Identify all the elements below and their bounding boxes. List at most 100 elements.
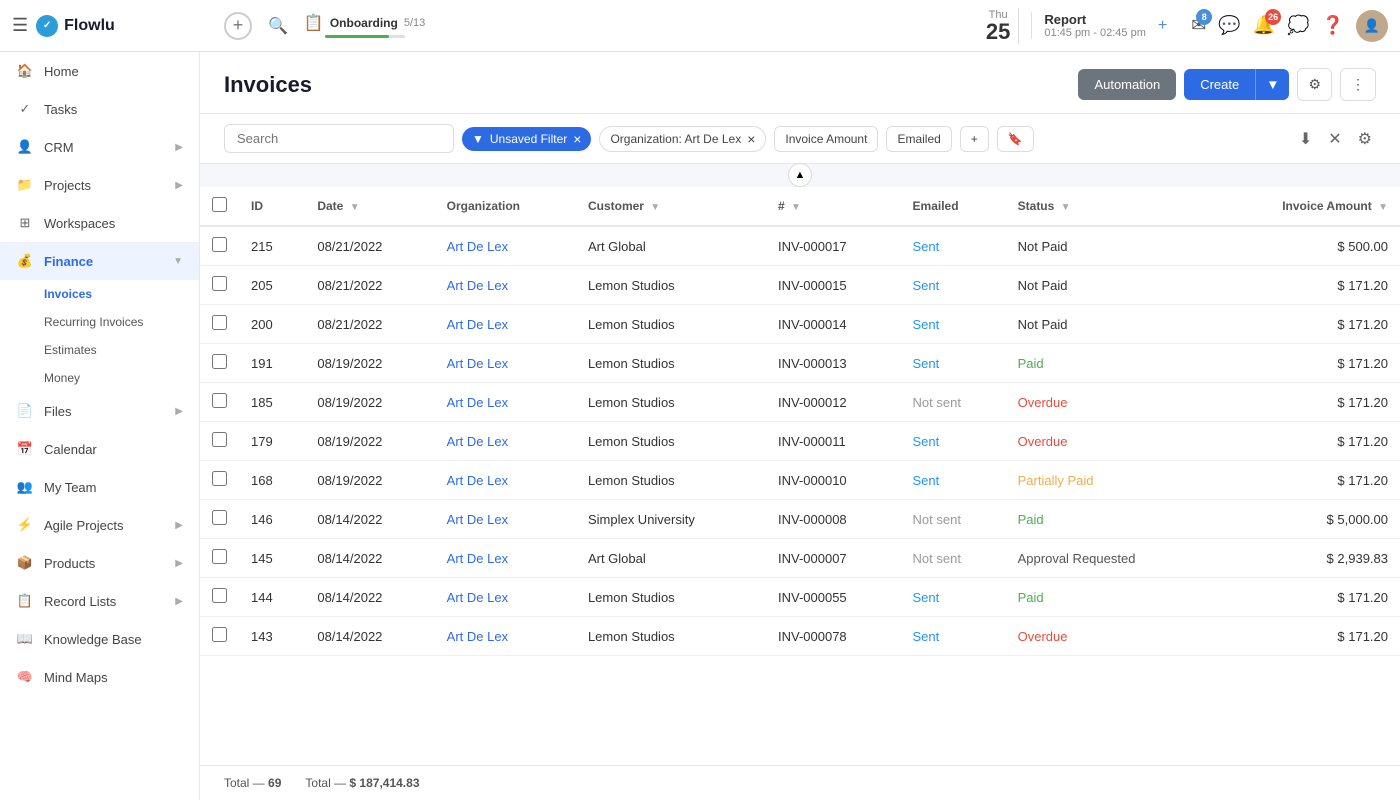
cell-emailed[interactable]: Sent [901, 578, 1006, 617]
col-amount[interactable]: Invoice Amount ▼ [1212, 187, 1400, 226]
message-icon[interactable]: 💭 [1287, 15, 1309, 36]
cell-org[interactable]: Art De Lex [435, 422, 576, 461]
collapse-button[interactable]: ✕ [1324, 125, 1345, 153]
create-button[interactable]: Create [1184, 69, 1255, 100]
select-all-header[interactable] [200, 187, 239, 226]
col-customer[interactable]: Customer ▼ [576, 187, 766, 226]
row-checkbox-cell[interactable] [200, 344, 239, 383]
emailed-filter-button[interactable]: Emailed [886, 126, 951, 152]
col-date[interactable]: Date ▼ [305, 187, 434, 226]
row-checkbox-5[interactable] [212, 432, 227, 447]
global-search-icon[interactable]: 🔍 [268, 16, 288, 36]
table-settings-button[interactable]: ⚙ [1354, 125, 1376, 153]
sidebar-item-finance[interactable]: 💰 Finance ▼ [0, 242, 199, 280]
hamburger-icon[interactable]: ☰ [12, 15, 28, 36]
sidebar-item-home[interactable]: 🏠 Home [0, 52, 199, 90]
automation-button[interactable]: Automation [1078, 69, 1176, 100]
row-checkbox-cell[interactable] [200, 226, 239, 266]
cell-emailed[interactable]: Sent [901, 226, 1006, 266]
cell-emailed[interactable]: Sent [901, 461, 1006, 500]
row-checkbox-cell[interactable] [200, 539, 239, 578]
row-checkbox-7[interactable] [212, 510, 227, 525]
amount-filter-button[interactable]: Invoice Amount [774, 126, 878, 152]
col-id[interactable]: ID [239, 187, 305, 226]
cell-emailed[interactable]: Sent [901, 344, 1006, 383]
more-options-button[interactable]: ⋮ [1340, 68, 1376, 101]
row-checkbox-cell[interactable] [200, 500, 239, 539]
cell-emailed[interactable]: Sent [901, 617, 1006, 656]
bookmark-filter-button[interactable]: 🔖 [997, 126, 1034, 152]
user-avatar[interactable]: 👤 [1356, 10, 1388, 42]
row-checkbox-3[interactable] [212, 354, 227, 369]
row-checkbox-cell[interactable] [200, 266, 239, 305]
select-all-checkbox[interactable] [212, 197, 227, 212]
cell-org[interactable]: Art De Lex [435, 226, 576, 266]
col-num[interactable]: # ▼ [766, 187, 901, 226]
org-filter-close[interactable]: × [747, 132, 755, 146]
cell-org[interactable]: Art De Lex [435, 539, 576, 578]
col-emailed[interactable]: Emailed [901, 187, 1006, 226]
cell-org[interactable]: Art De Lex [435, 461, 576, 500]
submenu-invoices[interactable]: Invoices [44, 280, 199, 308]
add-filter-button[interactable]: + [960, 126, 989, 152]
row-checkbox-9[interactable] [212, 588, 227, 603]
add-button[interactable]: + [224, 12, 252, 40]
submenu-recurring[interactable]: Recurring Invoices [44, 308, 199, 336]
scroll-up-button[interactable]: ▲ [788, 163, 812, 187]
cell-org[interactable]: Art De Lex [435, 383, 576, 422]
cell-emailed[interactable]: Sent [901, 305, 1006, 344]
cell-org[interactable]: Art De Lex [435, 617, 576, 656]
cell-org[interactable]: Art De Lex [435, 578, 576, 617]
row-checkbox-8[interactable] [212, 549, 227, 564]
cell-org[interactable]: Art De Lex [435, 305, 576, 344]
row-checkbox-cell[interactable] [200, 578, 239, 617]
cell-emailed[interactable]: Sent [901, 422, 1006, 461]
unsaved-filter-close[interactable]: × [573, 132, 581, 146]
help-icon[interactable]: ❓ [1322, 15, 1344, 36]
cell-date: 08/14/2022 [305, 500, 434, 539]
sidebar-item-tasks[interactable]: ✓ Tasks [0, 90, 199, 128]
onboarding-block[interactable]: 📋 Onboarding 5/13 [304, 13, 425, 38]
mail-icon[interactable]: ✉ 8 [1191, 15, 1206, 36]
org-filter-chip[interactable]: Organization: Art De Lex × [599, 126, 766, 152]
sidebar-item-calendar[interactable]: 📅 Calendar [0, 430, 199, 468]
cell-org[interactable]: Art De Lex [435, 266, 576, 305]
sidebar-item-projects[interactable]: 📁 Projects ▶ [0, 166, 199, 204]
search-input[interactable] [224, 124, 454, 153]
sidebar-item-myteam[interactable]: 👥 My Team [0, 468, 199, 506]
row-checkbox-cell[interactable] [200, 617, 239, 656]
cell-org[interactable]: Art De Lex [435, 500, 576, 539]
row-checkbox-cell[interactable] [200, 422, 239, 461]
sidebar-item-workspaces[interactable]: ⊞ Workspaces [0, 204, 199, 242]
submenu-money[interactable]: Money [44, 364, 199, 392]
col-org[interactable]: Organization [435, 187, 576, 226]
report-add-button[interactable]: + [1158, 17, 1167, 35]
cell-org[interactable]: Art De Lex [435, 344, 576, 383]
row-checkbox-10[interactable] [212, 627, 227, 642]
download-button[interactable]: ⬇ [1295, 125, 1316, 153]
row-checkbox-0[interactable] [212, 237, 227, 252]
sidebar-item-agile[interactable]: ⚡ Agile Projects ▶ [0, 506, 199, 544]
col-status[interactable]: Status ▼ [1006, 187, 1212, 226]
chat-icon[interactable]: 💬 [1218, 15, 1240, 36]
row-checkbox-4[interactable] [212, 393, 227, 408]
settings-button[interactable]: ⚙ [1297, 68, 1332, 101]
row-checkbox-cell[interactable] [200, 305, 239, 344]
submenu-estimates[interactable]: Estimates [44, 336, 199, 364]
sidebar-item-files[interactable]: 📄 Files ▶ [0, 392, 199, 430]
row-checkbox-6[interactable] [212, 471, 227, 486]
notification-icon[interactable]: 🔔 26 [1253, 15, 1275, 36]
row-checkbox-cell[interactable] [200, 461, 239, 500]
row-checkbox-cell[interactable] [200, 383, 239, 422]
table-row: 215 08/21/2022 Art De Lex Art Global INV… [200, 226, 1400, 266]
unsaved-filter-chip[interactable]: ▼ Unsaved Filter × [462, 127, 591, 151]
sidebar-item-mindmaps[interactable]: 🧠 Mind Maps [0, 658, 199, 696]
sidebar-item-products[interactable]: 📦 Products ▶ [0, 544, 199, 582]
sidebar-item-knowledgebase[interactable]: 📖 Knowledge Base [0, 620, 199, 658]
create-dropdown-button[interactable]: ▼ [1255, 69, 1289, 100]
cell-emailed[interactable]: Sent [901, 266, 1006, 305]
row-checkbox-1[interactable] [212, 276, 227, 291]
sidebar-item-crm[interactable]: 👤 CRM ▶ [0, 128, 199, 166]
sidebar-item-recordlists[interactable]: 📋 Record Lists ▶ [0, 582, 199, 620]
row-checkbox-2[interactable] [212, 315, 227, 330]
